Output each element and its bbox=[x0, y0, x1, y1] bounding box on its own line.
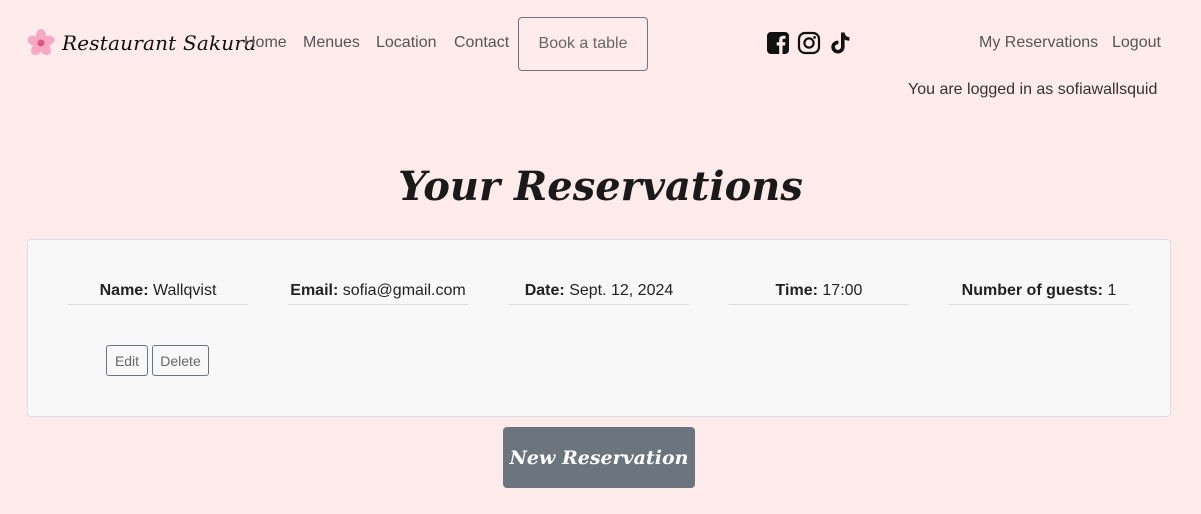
cherry-blossom-icon bbox=[27, 29, 55, 56]
nav-link-my-reservations[interactable]: My Reservations bbox=[979, 34, 1098, 52]
tiktok-icon[interactable] bbox=[828, 31, 852, 55]
navbar: Restaurant Sakura Home Menues Location C… bbox=[0, 0, 1201, 98]
nav-link-location[interactable]: Location bbox=[376, 34, 437, 52]
guests-label: Number of guests: bbox=[961, 282, 1103, 299]
time-label: Time: bbox=[775, 282, 818, 299]
reservation-time: Time: 17:00 bbox=[729, 282, 909, 305]
page-title: Your Reservations bbox=[398, 163, 803, 210]
nav-link-contact[interactable]: Contact bbox=[454, 34, 509, 52]
nav-link-logout[interactable]: Logout bbox=[1112, 34, 1161, 52]
new-reservation-button[interactable]: New Reservation bbox=[503, 427, 695, 488]
name-label: Name: bbox=[99, 282, 149, 299]
book-table-button[interactable]: Book a table bbox=[518, 17, 648, 71]
brand-link[interactable]: Restaurant Sakura bbox=[26, 28, 256, 58]
guests-value: 1 bbox=[1107, 282, 1117, 299]
nav-link-home[interactable]: Home bbox=[244, 34, 287, 52]
brand-name: Restaurant Sakura bbox=[62, 31, 257, 55]
time-value: 17:00 bbox=[822, 282, 863, 299]
email-value: sofia@gmail.com bbox=[342, 282, 466, 299]
reservation-card: Name: Wallqvist Email: sofia@gmail.com D… bbox=[27, 239, 1171, 417]
reservation-date: Date: Sept. 12, 2024 bbox=[509, 282, 689, 305]
delete-button[interactable]: Delete bbox=[152, 345, 209, 376]
reservation-name: Name: Wallqvist bbox=[68, 282, 248, 305]
reservation-email: Email: sofia@gmail.com bbox=[288, 282, 468, 305]
name-value: Wallqvist bbox=[152, 282, 217, 299]
date-label: Date: bbox=[524, 282, 565, 299]
email-label: Email: bbox=[290, 282, 339, 299]
reservation-guests: Number of guests: 1 bbox=[949, 282, 1129, 305]
logged-in-status: You are logged in as sofiawallsquid bbox=[908, 81, 1158, 98]
instagram-icon[interactable] bbox=[797, 31, 821, 55]
facebook-square-icon[interactable] bbox=[766, 31, 790, 55]
edit-button[interactable]: Edit bbox=[106, 345, 148, 376]
nav-link-menues[interactable]: Menues bbox=[303, 34, 360, 52]
date-value: Sept. 12, 2024 bbox=[569, 282, 674, 299]
